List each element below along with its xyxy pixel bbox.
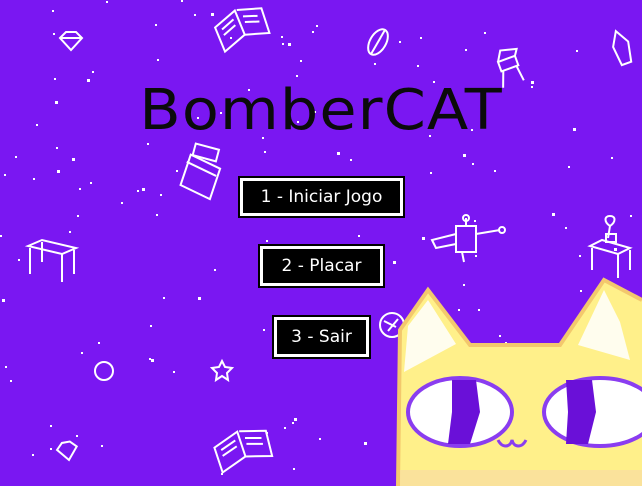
star-dot bbox=[147, 143, 149, 145]
star-dot bbox=[288, 43, 291, 46]
star-dot bbox=[10, 380, 12, 382]
star-dot bbox=[474, 220, 476, 222]
star-dot bbox=[0, 235, 2, 237]
star-dot bbox=[337, 152, 340, 155]
star-dot bbox=[422, 237, 425, 240]
game-title: BomberCAT bbox=[139, 78, 503, 143]
star-dot bbox=[230, 37, 232, 39]
star-dot bbox=[465, 49, 467, 51]
star-dot bbox=[90, 182, 92, 184]
star-dot bbox=[156, 214, 158, 216]
star-dot bbox=[98, 342, 100, 344]
star-dot bbox=[312, 31, 314, 33]
star-dot bbox=[499, 335, 501, 337]
star-dot bbox=[565, 227, 567, 229]
star-dot bbox=[364, 442, 367, 445]
star-dot bbox=[52, 10, 54, 12]
star-dot bbox=[264, 151, 266, 153]
star-dot bbox=[81, 352, 83, 354]
star-dot bbox=[15, 156, 17, 158]
star-dot bbox=[576, 50, 578, 52]
scoreboard-button[interactable]: 2 - Placar bbox=[258, 244, 385, 288]
star-dot bbox=[263, 329, 265, 331]
star-dot bbox=[463, 154, 466, 157]
star-dot bbox=[374, 63, 376, 65]
star-dot bbox=[181, 0, 183, 2]
star-dot bbox=[211, 13, 214, 16]
star-dot bbox=[4, 174, 6, 176]
star-dot bbox=[611, 157, 613, 159]
star-dot bbox=[614, 248, 617, 251]
space-background bbox=[0, 0, 642, 486]
star-dot bbox=[294, 418, 297, 421]
star-dot bbox=[284, 427, 286, 429]
star-dot bbox=[160, 194, 162, 196]
star-dot bbox=[292, 422, 294, 424]
star-dot bbox=[580, 290, 582, 292]
star-dot bbox=[350, 159, 352, 161]
star-dot bbox=[76, 435, 78, 437]
star-dot bbox=[142, 188, 145, 191]
star-dot bbox=[458, 309, 460, 311]
star-dot bbox=[420, 37, 422, 39]
start-game-button[interactable]: 1 - Iniciar Jogo bbox=[238, 176, 405, 218]
star-dot bbox=[214, 269, 216, 271]
star-dot bbox=[53, 33, 55, 35]
star-dot bbox=[79, 188, 81, 190]
star-dot bbox=[393, 261, 396, 264]
star-dot bbox=[399, 41, 401, 43]
star-dot bbox=[319, 438, 321, 440]
star-dot bbox=[198, 297, 201, 300]
star-dot bbox=[630, 215, 632, 217]
star-dot bbox=[478, 309, 480, 311]
star-dot bbox=[173, 371, 175, 373]
star-dot bbox=[32, 454, 34, 456]
star-dot bbox=[92, 71, 94, 73]
star-dot bbox=[18, 259, 20, 261]
star-dot bbox=[5, 366, 7, 368]
star-dot bbox=[403, 179, 405, 181]
star-dot bbox=[358, 235, 360, 237]
star-dot bbox=[430, 172, 432, 174]
star-dot bbox=[33, 178, 35, 180]
star-dot bbox=[296, 75, 298, 77]
exit-button[interactable]: 3 - Sair bbox=[272, 315, 371, 359]
star-dot bbox=[101, 445, 103, 447]
star-dot bbox=[417, 65, 419, 67]
star-dot bbox=[579, 255, 581, 257]
star-dot bbox=[151, 359, 154, 362]
star-dot bbox=[163, 297, 165, 299]
star-dot bbox=[50, 448, 52, 450]
star-dot bbox=[106, 1, 108, 3]
star-dot bbox=[150, 325, 152, 327]
star-dot bbox=[56, 147, 58, 149]
star-dot bbox=[472, 163, 474, 165]
star-dot bbox=[155, 24, 157, 26]
star-dot bbox=[194, 14, 196, 16]
star-dot bbox=[266, 240, 268, 242]
star-dot bbox=[475, 255, 477, 257]
star-dot bbox=[494, 170, 496, 172]
star-dot bbox=[157, 59, 159, 61]
star-dot bbox=[72, 158, 75, 161]
star-dot bbox=[552, 213, 555, 216]
star-dot bbox=[293, 468, 295, 470]
star-dot bbox=[149, 358, 151, 360]
star-dot bbox=[137, 190, 139, 192]
star-dot bbox=[50, 425, 52, 427]
star-dot bbox=[568, 166, 570, 168]
star-dot bbox=[316, 25, 318, 27]
star-dot bbox=[57, 170, 60, 173]
star-dot bbox=[282, 43, 284, 45]
star-dot bbox=[69, 231, 71, 233]
star-dot bbox=[463, 284, 465, 286]
star-dot bbox=[176, 170, 178, 172]
star-dot bbox=[281, 36, 283, 38]
star-dot bbox=[300, 60, 302, 62]
star-dot bbox=[77, 215, 79, 217]
star-dot bbox=[121, 202, 123, 204]
star-dot bbox=[2, 299, 5, 302]
star-dot bbox=[484, 32, 486, 34]
